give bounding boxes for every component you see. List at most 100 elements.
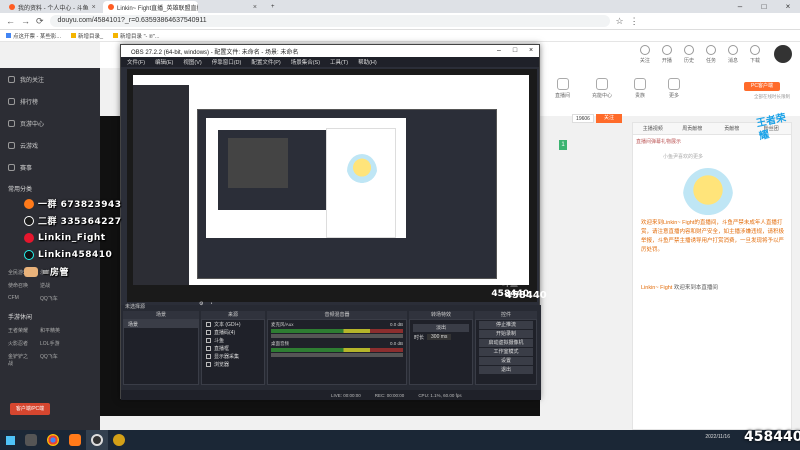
taskbar-app[interactable]: [20, 430, 42, 450]
category-link[interactable]: 使命召唤: [8, 282, 32, 289]
charge-icon-button[interactable]: 充能中心: [592, 78, 612, 99]
category-link[interactable]: 金铲铲之战: [8, 353, 32, 367]
duration-input[interactable]: 300 ms: [427, 334, 452, 340]
taskbar-app[interactable]: [86, 430, 108, 450]
back-icon[interactable]: ←: [6, 16, 15, 26]
browser-tab-active[interactable]: Linkin~ Fight直播_英雄联盟直播×: [103, 1, 198, 13]
bookmark[interactable]: 新增目录_: [70, 32, 103, 40]
header-history[interactable]: 历史: [683, 45, 694, 64]
sidebar-item-esports[interactable]: 赛事: [0, 156, 100, 178]
source-item[interactable]: 直播码(4): [202, 328, 264, 336]
new-tab-button[interactable]: +: [266, 1, 280, 13]
filter-icon[interactable]: ◔: [209, 301, 212, 307]
tab-weekly-rank[interactable]: 周贡献榜: [673, 123, 713, 134]
search-icon: [25, 434, 37, 446]
pc-client-button[interactable]: PC客户端: [744, 82, 780, 91]
transitions-dock-title: 转场特效: [409, 311, 473, 319]
avatar[interactable]: [774, 45, 792, 63]
category-link[interactable]: LOL手游: [40, 340, 64, 347]
stop-stream-button[interactable]: 停止推流: [479, 321, 533, 329]
source-item[interactable]: 显示器采集: [202, 352, 264, 360]
obs-preview[interactable]: 458440: [127, 69, 537, 302]
obs-menu-view[interactable]: 视图(V): [183, 58, 201, 66]
text-icon: [206, 321, 211, 327]
sidebar-item-cloud[interactable]: 云游戏: [0, 134, 100, 156]
bookmark[interactable]: 点这开票 - 某些影...: [6, 32, 61, 40]
start-record-button[interactable]: 开始录制: [479, 330, 533, 338]
client-download-button[interactable]: 客户端/PC端: [10, 403, 50, 415]
exit-button[interactable]: 退出: [479, 366, 533, 374]
volume-slider[interactable]: [271, 353, 403, 357]
category-link[interactable]: 逆战: [40, 282, 64, 289]
taskbar-clock[interactable]: 2022/11/16: [705, 434, 730, 440]
scene-item[interactable]: 场景: [124, 320, 198, 328]
tab-videos[interactable]: 主播视频: [633, 123, 673, 134]
source-item[interactable]: 直播框: [202, 344, 264, 352]
obs-menu-docks[interactable]: 停靠窗口(D): [212, 58, 242, 66]
download-icon: [749, 45, 760, 55]
source-item[interactable]: 文本 (GDI+): [202, 320, 264, 328]
obs-menu-edit[interactable]: 编辑(E): [155, 58, 173, 66]
globe-icon: [206, 361, 211, 367]
close-icon[interactable]: ×: [92, 4, 96, 11]
bookmark-icon: [6, 33, 11, 38]
sidebar-item-follow[interactable]: 我的关注: [0, 68, 100, 90]
more-icon-button[interactable]: 更多: [668, 78, 681, 99]
category-link[interactable]: QQ飞车: [40, 353, 64, 367]
minimize-icon[interactable]: –: [491, 45, 507, 57]
category-link[interactable]: 和平精英: [40, 327, 64, 334]
start-button[interactable]: [0, 430, 20, 450]
obs-menu-help[interactable]: 帮助(H): [358, 58, 377, 66]
taskbar-app[interactable]: [64, 430, 86, 450]
obs-menu-scenes[interactable]: 场景集合(S): [291, 58, 320, 66]
header-follow[interactable]: 关注: [639, 45, 650, 64]
obs-menu-profile[interactable]: 配置文件(P): [251, 58, 280, 66]
obs-menubar: 文件(F) 编辑(E) 视图(V) 停靠窗口(D) 配置文件(P) 场景集合(S…: [121, 57, 539, 67]
bookmark[interactable]: 新增目录 "- ℗"...: [113, 32, 159, 40]
header-task[interactable]: 任务: [705, 45, 716, 64]
category-link[interactable]: QQ飞车: [40, 295, 64, 302]
close-window-icon[interactable]: ×: [776, 0, 800, 13]
maximize-icon[interactable]: □: [752, 0, 776, 13]
url-input[interactable]: douyu.com/4584101?_r=0.63593864637540911: [49, 15, 610, 27]
reload-icon[interactable]: ⟳: [36, 16, 44, 27]
mixer-dock-title: 音频混音器: [267, 311, 407, 319]
header-live[interactable]: 开播: [661, 45, 672, 64]
obs-menu-file[interactable]: 文件(F): [127, 58, 145, 66]
source-item[interactable]: 浏览器: [202, 360, 264, 368]
menu-icon[interactable]: ⋮: [630, 16, 639, 27]
forward-icon[interactable]: →: [21, 16, 30, 26]
mixer-dock: 麦克风/Aux 0.0 dB 桌面音频 0.0 dB: [267, 319, 407, 385]
room-icon-button[interactable]: 直播间: [555, 78, 570, 99]
taskbar-app[interactable]: [108, 430, 130, 450]
header-download[interactable]: 下载: [749, 45, 760, 64]
chat-username[interactable]: Linkin~ Fight: [641, 285, 672, 291]
follow-button[interactable]: 关注: [596, 114, 622, 123]
virtual-camera-button[interactable]: 启动虚拟摄像机: [479, 339, 533, 347]
header-message[interactable]: 消息: [727, 45, 738, 64]
obs-menu-tools[interactable]: 工具(T): [330, 58, 348, 66]
transition-select[interactable]: 淡出: [413, 324, 469, 332]
obs-statusbar: LIVE: 00:00:00 REC: 00:00:00 CPU: 1.1%, …: [121, 390, 541, 400]
category-link[interactable]: 火影忍者: [8, 340, 32, 347]
taskbar-app[interactable]: [42, 430, 64, 450]
sidebar-item-rank[interactable]: 排行榜: [0, 90, 100, 112]
gear-icon[interactable]: ⚙: [199, 301, 203, 307]
star-icon[interactable]: ☆: [616, 16, 624, 27]
category-link[interactable]: CFM: [8, 295, 32, 302]
noble-icon-button[interactable]: 贵族: [634, 78, 647, 99]
close-window-icon[interactable]: ×: [523, 45, 539, 57]
volume-slider[interactable]: [271, 334, 403, 338]
minimize-icon[interactable]: –: [728, 0, 752, 13]
close-icon[interactable]: ×: [253, 4, 257, 11]
maximize-icon[interactable]: □: [507, 45, 523, 57]
settings-button[interactable]: 设置: [479, 357, 533, 365]
browser-tab[interactable]: 我的资料 - 个人中心 - 斗鱼 ×: [4, 1, 99, 13]
sidebar-item-games[interactable]: 页游中心: [0, 112, 100, 134]
studio-mode-button[interactable]: 工作室模式: [479, 348, 533, 356]
browser-tab[interactable]: ×: [202, 1, 262, 13]
penguin-icon: [24, 215, 34, 226]
tab-contrib-rank[interactable]: 贡献榜: [712, 123, 752, 134]
source-item[interactable]: 斗鱼: [202, 336, 264, 344]
category-link[interactable]: 王者荣耀: [8, 327, 32, 334]
